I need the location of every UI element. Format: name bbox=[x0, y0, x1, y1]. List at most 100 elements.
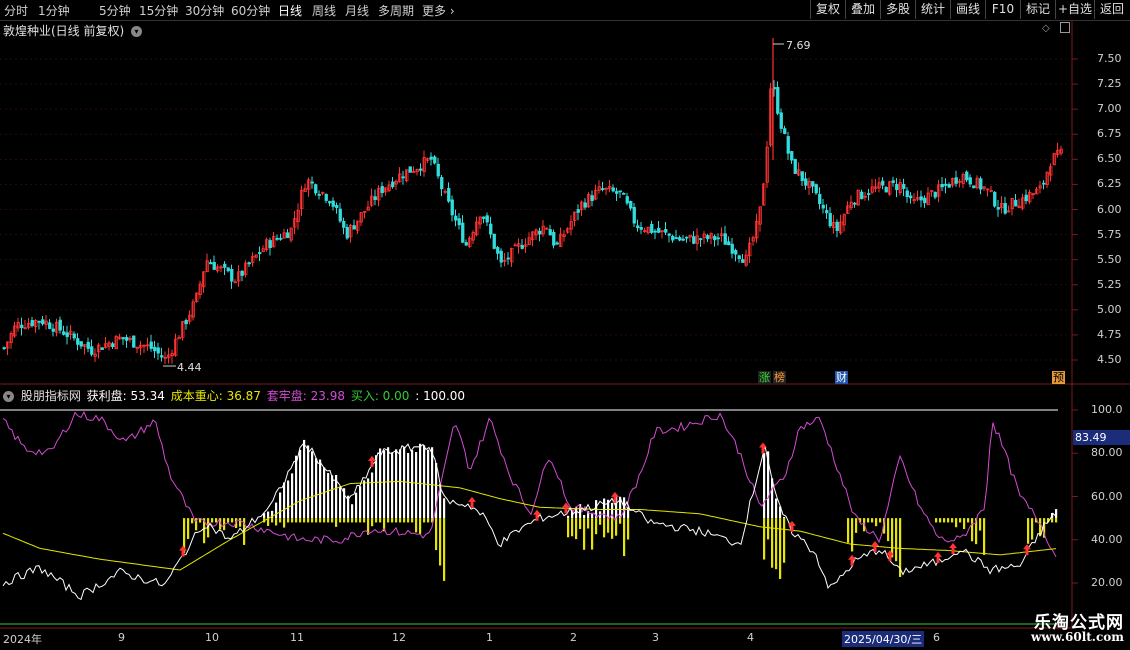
candle-body bbox=[671, 235, 675, 241]
trapped-bar bbox=[603, 518, 606, 538]
candle-body bbox=[653, 230, 657, 233]
mark-button[interactable]: 标记 bbox=[1020, 0, 1055, 19]
trapped-bar bbox=[343, 518, 346, 523]
buy-arrow-icon bbox=[468, 496, 476, 508]
candle-body bbox=[160, 355, 164, 358]
price-tick-label: 7.25 bbox=[1097, 77, 1122, 91]
limit-up-tag[interactable]: 涨 bbox=[758, 371, 771, 384]
period-tab-multi[interactable]: 多周期 bbox=[378, 2, 414, 19]
candle-body bbox=[359, 212, 363, 223]
trapped-bar bbox=[327, 518, 330, 523]
candle-body bbox=[678, 237, 682, 241]
candle-body bbox=[114, 336, 118, 350]
back-button[interactable]: 返回 bbox=[1094, 0, 1129, 19]
period-tab-15min[interactable]: 15分钟 bbox=[139, 2, 178, 19]
trapped-bar bbox=[383, 518, 386, 532]
legend-profit: 获利盘: 53.34 bbox=[86, 389, 165, 403]
rank-tag[interactable]: 榜 bbox=[773, 371, 786, 384]
candle-body bbox=[174, 338, 178, 356]
trapped-bar bbox=[615, 518, 618, 536]
candle-body bbox=[314, 184, 318, 194]
candle-body bbox=[632, 206, 636, 224]
legend-buy: 买入: 0.00 bbox=[350, 389, 410, 403]
candle-body bbox=[90, 346, 94, 355]
restore-rights-button[interactable]: 复权 bbox=[810, 0, 845, 19]
candle-body bbox=[121, 337, 125, 340]
profit-bar bbox=[603, 498, 606, 519]
candle-body bbox=[443, 190, 447, 193]
candle-body bbox=[149, 341, 153, 349]
candle-body bbox=[912, 199, 916, 202]
period-tab-1min[interactable]: 1分钟 bbox=[38, 2, 70, 19]
period-tab-weekly[interactable]: 周线 bbox=[312, 2, 336, 19]
chevron-down-icon[interactable]: ▾ bbox=[3, 391, 14, 402]
profit-bar bbox=[327, 473, 330, 519]
candle-body bbox=[524, 244, 528, 247]
candle-body bbox=[881, 180, 885, 186]
candle-body bbox=[384, 187, 388, 193]
candle-body bbox=[727, 241, 731, 246]
chevron-down-icon[interactable]: ▾ bbox=[131, 26, 143, 37]
candle-body bbox=[1007, 210, 1011, 213]
trapped-bar bbox=[963, 518, 966, 530]
date-label-mar: 3 bbox=[652, 631, 659, 644]
candle-body bbox=[366, 206, 370, 211]
trapped-bar bbox=[291, 518, 294, 523]
profit-bar bbox=[783, 517, 786, 519]
candle-body bbox=[83, 344, 87, 347]
date-label-jan: 1 bbox=[486, 631, 493, 644]
period-tab-monthly[interactable]: 月线 bbox=[345, 2, 369, 19]
buy-arrow-icon bbox=[934, 551, 942, 563]
period-tab-more[interactable]: 更多 › bbox=[422, 2, 455, 19]
candle-body bbox=[748, 242, 752, 257]
trapped-bar bbox=[355, 518, 358, 523]
candle-body bbox=[597, 186, 601, 191]
trapped-bar bbox=[315, 518, 318, 523]
candle-body bbox=[723, 233, 727, 245]
candle-body bbox=[954, 177, 958, 184]
candle-body bbox=[485, 215, 489, 223]
profit-bar bbox=[763, 453, 766, 519]
trapped-bar bbox=[395, 518, 398, 523]
add-favorite-button[interactable]: +自选 bbox=[1055, 0, 1094, 19]
period-tab-60min[interactable]: 60分钟 bbox=[231, 2, 270, 19]
panel-toggle-icon[interactable] bbox=[1060, 22, 1070, 33]
period-toolbar: 分时 1分钟 5分钟 15分钟 30分钟 60分钟 日线 周线 月线 多周期 更… bbox=[0, 0, 1130, 21]
draw-line-button[interactable]: 画线 bbox=[950, 0, 985, 19]
trapped-bar bbox=[875, 518, 878, 527]
forecast-tag[interactable]: 预 bbox=[1052, 371, 1065, 384]
candle-body bbox=[793, 159, 797, 174]
trapped-bar bbox=[195, 518, 198, 531]
candle-body bbox=[2, 347, 6, 349]
candle-body bbox=[303, 188, 307, 192]
buy-arrow-icon bbox=[871, 540, 879, 552]
f10-button[interactable]: F10 bbox=[985, 0, 1020, 19]
candle-body bbox=[1049, 166, 1053, 176]
candle-body bbox=[884, 187, 888, 193]
statistics-button[interactable]: 统计 bbox=[915, 0, 950, 19]
candle-body bbox=[233, 281, 237, 284]
candle-body bbox=[902, 184, 906, 189]
period-tab-5min[interactable]: 5分钟 bbox=[99, 2, 131, 19]
trapped-bar bbox=[435, 518, 438, 551]
candle-body bbox=[23, 327, 27, 330]
more-label: 更多 bbox=[422, 4, 447, 18]
date-label-apr: 4 bbox=[747, 631, 754, 644]
multi-stock-button[interactable]: 多股 bbox=[880, 0, 915, 19]
indicator-legend: ▾ 股朋指标网 获利盘: 53.34 成本重心: 36.87 套牢盘: 23.9… bbox=[3, 387, 467, 404]
profit-bar bbox=[1051, 512, 1054, 519]
trapped-bar bbox=[975, 518, 978, 545]
period-tab-fenshi[interactable]: 分时 bbox=[4, 2, 28, 19]
diamond-icon[interactable]: ◇ bbox=[1042, 23, 1050, 34]
candle-body bbox=[62, 331, 66, 335]
overlay-button[interactable]: 叠加 bbox=[845, 0, 880, 19]
candle-body bbox=[34, 320, 38, 328]
profit-bar bbox=[395, 449, 398, 519]
period-tab-daily[interactable]: 日线 bbox=[278, 2, 302, 19]
candle-body bbox=[475, 221, 479, 236]
candle-body bbox=[919, 196, 923, 201]
period-tab-30min[interactable]: 30分钟 bbox=[185, 2, 224, 19]
trapped-bar bbox=[235, 518, 238, 529]
candle-body bbox=[674, 237, 678, 240]
finance-tag[interactable]: 财 bbox=[835, 371, 848, 384]
